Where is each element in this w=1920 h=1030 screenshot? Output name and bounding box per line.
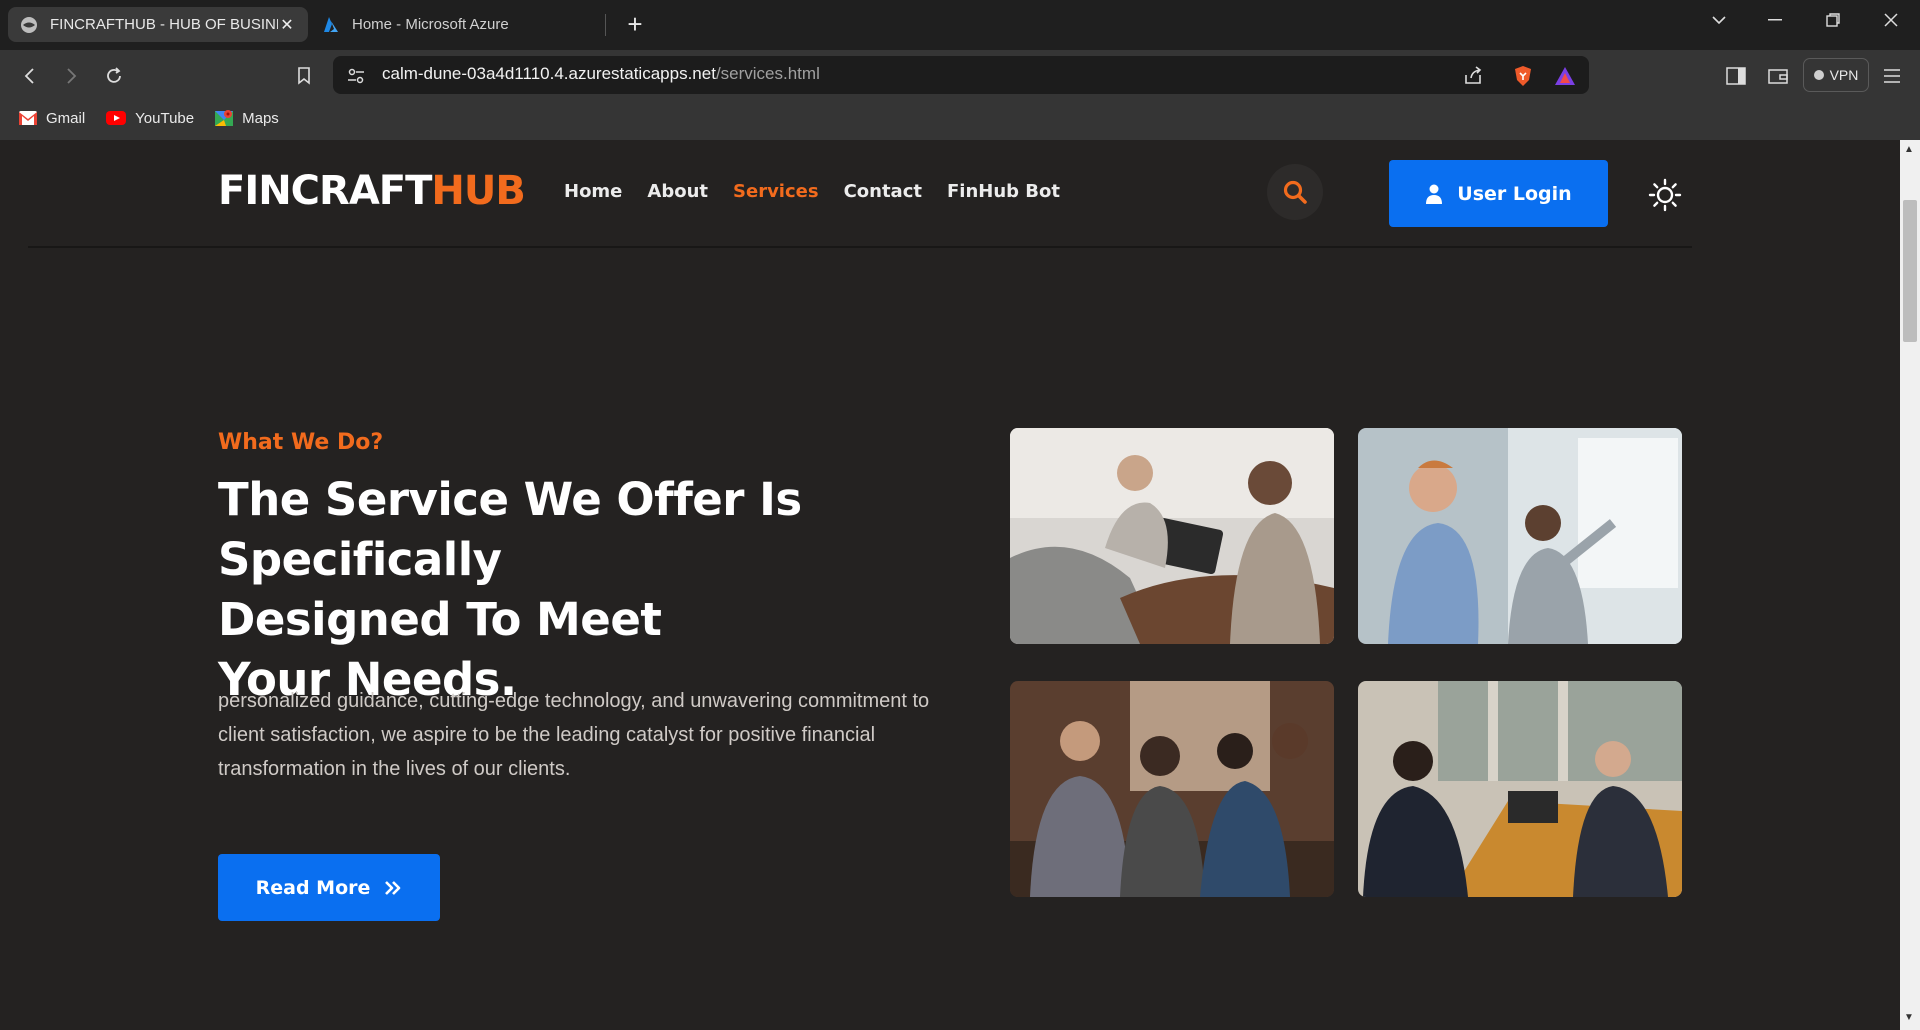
- tab-divider: [605, 14, 606, 36]
- vpn-label: VPN: [1829, 67, 1859, 83]
- user-login-button[interactable]: User Login: [1389, 160, 1608, 227]
- vpn-status-icon: [1813, 70, 1824, 80]
- search-button[interactable]: [1267, 164, 1323, 220]
- menu-icon[interactable]: [1876, 60, 1908, 92]
- scroll-down-arrow-icon[interactable]: ▼: [1904, 1012, 1914, 1023]
- logo-part-2: HUB: [431, 168, 525, 214]
- sidebar-icon[interactable]: [1720, 60, 1752, 92]
- tab-azure[interactable]: Home - Microsoft Azure: [310, 7, 606, 42]
- new-tab-button[interactable]: +: [620, 10, 650, 40]
- theme-toggle-button[interactable]: [1648, 178, 1682, 212]
- wallet-icon[interactable]: [1762, 60, 1794, 92]
- url-host: calm-dune-03a4d1110.4.azurestaticapps.ne…: [382, 64, 716, 83]
- whiteboard-presentation-photo: [1358, 428, 1682, 644]
- tab-title: FINCRAFTHUB - HUB OF BUSINE: [50, 16, 278, 33]
- gmail-icon: [19, 111, 37, 125]
- section-eyebrow: What We Do?: [218, 430, 384, 455]
- team-meeting-photo: [1010, 428, 1334, 644]
- browser-tab-bar: FINCRAFTHUB - HUB OF BUSINE ✕ Home - Mic…: [0, 0, 1920, 50]
- brave-rewards-icon[interactable]: [1549, 60, 1581, 92]
- nav-services[interactable]: Services: [733, 181, 819, 202]
- globe-icon: [21, 16, 37, 33]
- close-icon[interactable]: ✕: [278, 15, 296, 35]
- scrollbar-thumb[interactable]: [1903, 200, 1917, 342]
- bookmark-maps[interactable]: Maps: [214, 108, 279, 128]
- site-logo[interactable]: FINCRAFTHUB: [218, 168, 526, 214]
- section-headline: The Service We Offer Is Specifically Des…: [218, 470, 978, 710]
- double-chevron-right-icon: [385, 880, 401, 895]
- restore-button[interactable]: [1810, 0, 1856, 40]
- minimize-button[interactable]: [1752, 0, 1798, 40]
- azure-icon: [324, 16, 338, 32]
- user-login-label: User Login: [1457, 182, 1572, 205]
- business-meeting-photo: [1358, 681, 1682, 897]
- section-description: personalized guidance, cutting-edge tech…: [218, 690, 930, 780]
- reload-button[interactable]: [98, 60, 130, 92]
- bookmark-label: YouTube: [135, 109, 195, 127]
- share-icon[interactable]: [1457, 60, 1489, 92]
- bookmark-label: Maps: [242, 109, 279, 127]
- nav-home[interactable]: Home: [564, 181, 622, 202]
- nav-about[interactable]: About: [647, 181, 708, 202]
- vpn-button[interactable]: VPN: [1803, 58, 1869, 92]
- headline-line-1: The Service We Offer Is Specifically: [218, 473, 802, 586]
- read-more-label: Read More: [255, 876, 371, 899]
- bookmarks-bar: Gmail YouTube Maps: [0, 103, 281, 133]
- header-divider: [28, 246, 1692, 248]
- site-settings-icon[interactable]: [340, 60, 372, 92]
- search-icon: [1283, 180, 1307, 204]
- url-text[interactable]: calm-dune-03a4d1110.4.azurestaticapps.ne…: [382, 64, 820, 84]
- scroll-up-arrow-icon[interactable]: ▲: [1904, 144, 1914, 155]
- youtube-icon: [106, 111, 127, 125]
- brave-shields-icon[interactable]: [1507, 60, 1539, 92]
- back-button[interactable]: [14, 60, 46, 92]
- forward-button[interactable]: [55, 60, 87, 92]
- tab-search-chevron-icon[interactable]: [1696, 0, 1742, 40]
- maps-icon: [215, 110, 234, 126]
- logo-part-1: FINCRAFT: [218, 168, 432, 214]
- nav-finhub-bot[interactable]: FinHub Bot: [947, 181, 1060, 202]
- main-nav: Home About Services Contact FinHub Bot: [564, 181, 1060, 202]
- close-window-button[interactable]: [1868, 0, 1914, 40]
- bookmark-label: Gmail: [46, 109, 86, 127]
- sun-icon: [1648, 178, 1682, 212]
- headline-line-2: Designed To Meet: [218, 593, 662, 646]
- nav-contact[interactable]: Contact: [844, 181, 922, 202]
- bookmark-icon[interactable]: [288, 60, 320, 92]
- url-path: /services.html: [715, 64, 820, 83]
- tab-title: Home - Microsoft Azure: [352, 16, 509, 33]
- tab-fincrafthub[interactable]: FINCRAFTHUB - HUB OF BUSINE ✕: [8, 7, 308, 42]
- team-discussion-photo: [1010, 681, 1334, 897]
- user-icon: [1426, 184, 1443, 204]
- read-more-button[interactable]: Read More: [218, 854, 440, 921]
- bookmark-gmail[interactable]: Gmail: [18, 110, 85, 127]
- bookmark-youtube[interactable]: YouTube: [105, 110, 194, 127]
